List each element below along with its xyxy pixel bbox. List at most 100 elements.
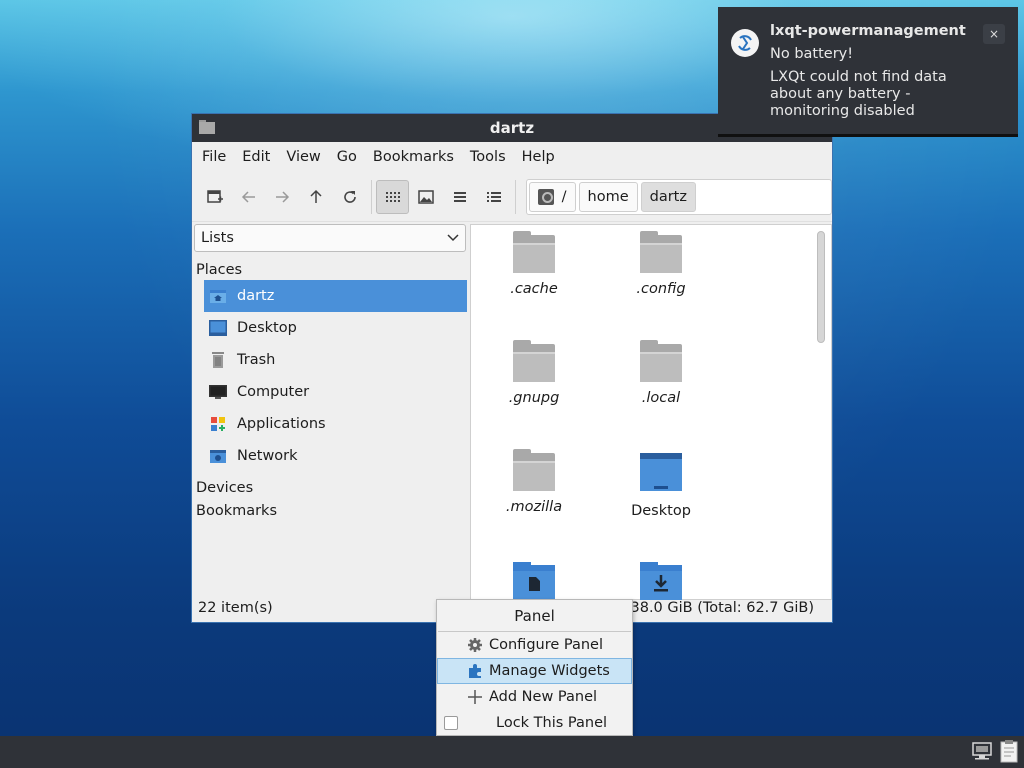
- lock-panel-checkbox[interactable]: [444, 716, 458, 730]
- home-folder-icon: [210, 290, 226, 303]
- manage-widgets-item[interactable]: Manage Widgets: [437, 658, 632, 684]
- gear-icon: [468, 638, 482, 652]
- places-heading[interactable]: Places: [196, 262, 467, 278]
- thumbnail-view-button[interactable]: [409, 180, 443, 214]
- window-title: dartz: [489, 119, 535, 137]
- back-button[interactable]: [232, 180, 266, 214]
- plus-icon: [468, 690, 482, 704]
- puzzle-icon: [469, 664, 481, 678]
- menu-bookmarks[interactable]: Bookmarks: [365, 149, 462, 165]
- menu-edit[interactable]: Edit: [234, 149, 278, 165]
- context-menu-title: Panel: [438, 600, 631, 632]
- sidebar-mode-select[interactable]: Lists: [194, 224, 466, 252]
- up-button[interactable]: [299, 180, 333, 214]
- grid-icon: [385, 191, 400, 202]
- sidebar-item-computer[interactable]: Computer: [204, 376, 467, 408]
- path-bar-empty: [699, 182, 829, 212]
- detailed-list-view-button[interactable]: [477, 180, 511, 214]
- sidebar: Lists Places dartz Desktop Trash Compute…: [194, 224, 467, 599]
- toolbar: / home dartz: [192, 172, 832, 222]
- crumb-root[interactable]: /: [528, 181, 576, 212]
- drive-icon: [537, 188, 554, 205]
- item-count: 22 item(s): [198, 600, 273, 616]
- chevron-down-icon: [447, 234, 459, 242]
- menu-view[interactable]: View: [278, 149, 328, 165]
- new-tab-button[interactable]: [198, 180, 232, 214]
- icon-view-button[interactable]: [375, 179, 410, 214]
- arrow-up-icon: [310, 189, 322, 203]
- file-name: .local: [641, 390, 681, 406]
- panel-context-menu: Panel Configure Panel Manage Widgets Add…: [436, 599, 633, 736]
- menu-item-label: Configure Panel: [489, 637, 604, 653]
- file-item[interactable]: .config: [606, 231, 716, 297]
- sidebar-item-trash[interactable]: Trash: [204, 344, 467, 376]
- toolbar-separator: [514, 179, 516, 214]
- scrollbar[interactable]: [817, 231, 825, 343]
- reload-button[interactable]: [333, 180, 367, 214]
- arrow-right-icon: [276, 190, 290, 203]
- toolbar-separator: [370, 179, 372, 214]
- sidebar-mode-value: Lists: [201, 230, 234, 246]
- sidebar-item-network[interactable]: Network: [204, 440, 467, 472]
- sidebar-item-dartz[interactable]: dartz: [204, 280, 467, 312]
- folder-icon: [513, 340, 555, 382]
- arrow-left-icon: [241, 190, 255, 203]
- file-view[interactable]: .cache .config .gnupg .local .mozilla De…: [470, 224, 832, 600]
- sidebar-item-label: Computer: [237, 384, 310, 400]
- notification-popup[interactable]: lxqt-powermanagement × No battery! LXQt …: [718, 7, 1018, 137]
- crumb-home-label: home: [587, 188, 629, 205]
- applications-icon: [211, 417, 225, 431]
- notification-body: LXQt could not find data about any batte…: [770, 69, 947, 119]
- crumb-dartz[interactable]: dartz: [640, 181, 696, 212]
- menu-item-label: Add New Panel: [489, 689, 598, 705]
- taskbar: [0, 736, 1024, 768]
- documents-folder-icon: [513, 562, 555, 600]
- file-item[interactable]: Desktop: [606, 453, 716, 519]
- menu-help[interactable]: Help: [514, 149, 563, 165]
- sidebar-item-label: Network: [237, 448, 298, 464]
- sidebar-item-applications[interactable]: Applications: [204, 408, 467, 440]
- bookmarks-heading[interactable]: Bookmarks: [196, 499, 467, 522]
- menu-item-label: Manage Widgets: [489, 663, 610, 679]
- file-name: .cache: [510, 281, 558, 297]
- new-tab-icon: [207, 189, 223, 203]
- network-tray-icon[interactable]: [972, 742, 992, 760]
- add-new-panel-item[interactable]: Add New Panel: [437, 684, 632, 710]
- sidebar-item-desktop[interactable]: Desktop: [204, 312, 467, 344]
- image-icon: [418, 189, 435, 204]
- menu-tools[interactable]: Tools: [462, 149, 514, 165]
- file-manager-window: dartz File Edit View Go Bookmarks Tools …: [191, 113, 833, 623]
- sidebar-item-label: dartz: [237, 288, 275, 304]
- file-name: .gnupg: [508, 390, 560, 406]
- reload-icon: [344, 190, 356, 203]
- crumb-home[interactable]: home: [578, 181, 638, 212]
- menu-item-label: Lock This Panel: [496, 715, 608, 731]
- list-icon: [454, 191, 467, 202]
- menu-go[interactable]: Go: [329, 149, 365, 165]
- menu-file[interactable]: File: [194, 149, 234, 165]
- close-icon[interactable]: ×: [983, 24, 1005, 44]
- devices-heading[interactable]: Devices: [196, 476, 467, 499]
- folder-icon: [640, 340, 682, 382]
- clipboard-tray-icon[interactable]: [999, 739, 1019, 763]
- trash-icon: [212, 352, 224, 368]
- sidebar-item-label: Applications: [237, 416, 326, 432]
- file-item[interactable]: .mozilla: [479, 449, 589, 515]
- lock-panel-item[interactable]: Lock This Panel: [437, 710, 632, 736]
- notification-app-name: lxqt-powermanagement: [770, 23, 966, 39]
- free-space: e: 38.0 GiB (Total: 62.7 GiB): [612, 600, 814, 616]
- file-item[interactable]: .local: [606, 340, 716, 406]
- compact-view-button[interactable]: [443, 180, 477, 214]
- file-item[interactable]: .gnupg: [479, 340, 589, 406]
- file-item[interactable]: .cache: [479, 231, 589, 297]
- file-name: .mozilla: [505, 499, 563, 515]
- power-management-icon: [731, 29, 759, 57]
- path-bar: / home dartz: [525, 178, 832, 215]
- folder-icon: [640, 231, 682, 273]
- notification-summary: No battery!: [770, 46, 854, 62]
- crumb-dartz-label: dartz: [649, 188, 687, 205]
- configure-panel-item[interactable]: Configure Panel: [437, 632, 632, 658]
- folder-icon: [513, 449, 555, 491]
- sidebar-item-label: Trash: [237, 352, 276, 368]
- forward-button[interactable]: [265, 180, 299, 214]
